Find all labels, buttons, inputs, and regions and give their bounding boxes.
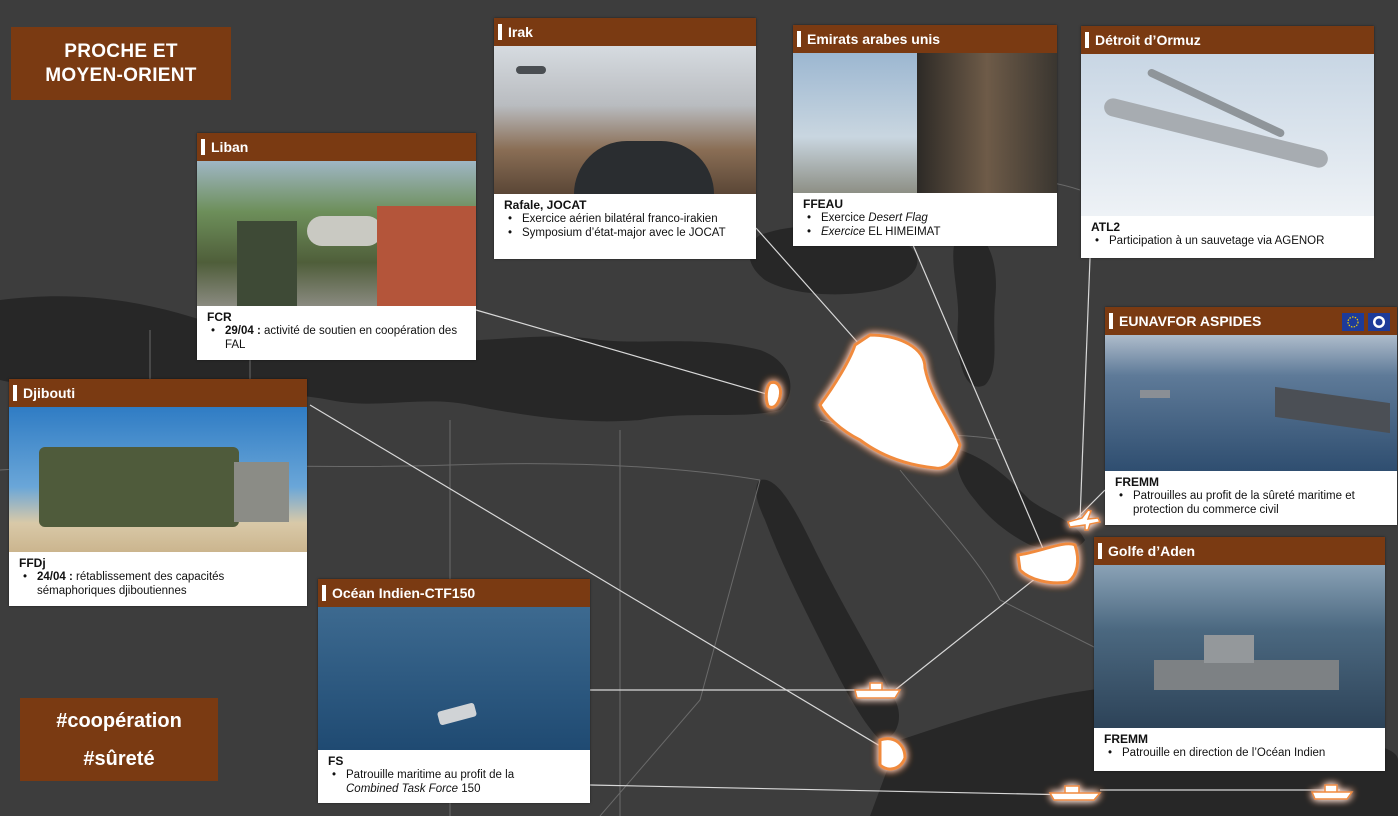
card-djibouti: Djibouti FFDj 24/04 : rétablissement des…: [9, 379, 307, 606]
bullet: Exercice Desert Flag: [807, 212, 1047, 226]
card-unit: FFEAU: [803, 197, 843, 211]
card-header: Liban: [197, 133, 476, 161]
card-ocean-indien: Océan Indien-CTF150 FS Patrouille mariti…: [318, 579, 590, 803]
photo-ormuz: [1081, 54, 1374, 216]
bullet: Patrouille en direction de l’Océan Indie…: [1108, 747, 1375, 761]
photo-golfe-aden: [1094, 565, 1385, 728]
bullet: Patrouille maritime au profit de laCombi…: [332, 769, 580, 796]
card-header: Djibouti: [9, 379, 307, 407]
bullet: Patrouilles au profit de la sûreté marit…: [1119, 490, 1387, 517]
card-unit: ATL2: [1091, 220, 1121, 234]
card-unit: FS: [328, 754, 344, 768]
card-header: Irak: [494, 18, 756, 46]
bullet: 24/04 : rétablissement des capacités sém…: [23, 571, 297, 598]
card-title: Irak: [508, 24, 533, 40]
card-header: Golfe d’Aden: [1094, 537, 1385, 565]
photo-irak: [494, 46, 756, 194]
card-title: Océan Indien-CTF150: [332, 585, 476, 601]
photo-liban: [197, 161, 476, 306]
card-header: EUNAVFOR ASPIDES: [1105, 307, 1397, 335]
card-unit: FFDj: [19, 556, 46, 570]
card-liban: Liban FCR 29/04 : activité de soutien en…: [197, 133, 476, 360]
bullet: Symposium d’état-major avec le JOCAT: [508, 227, 746, 241]
bullet: Exercice EL HIMEIMAT: [807, 226, 1047, 240]
eu-flag-icon: [1342, 313, 1364, 331]
card-header: Détroit d’Ormuz: [1081, 26, 1374, 54]
card-golfe-aden: Golfe d’Aden FREMM Patrouille en directi…: [1094, 537, 1385, 771]
region-title: PROCHE ET MOYEN-ORIENT: [11, 27, 231, 100]
hashtags-box: #coopération #sûreté: [20, 698, 218, 781]
photo-eau-soldier: [917, 53, 1057, 193]
card-header: Emirats arabes unis: [793, 25, 1057, 53]
card-header: Océan Indien-CTF150: [318, 579, 590, 607]
bullet: 29/04 : activité de soutien en coopérati…: [211, 325, 466, 352]
card-eau: Emirats arabes unis FFEAU Exercice Deser…: [793, 25, 1057, 246]
region-title-line1: PROCHE ET: [64, 40, 178, 62]
card-unit: FCR: [207, 310, 232, 324]
card-unit: FREMM: [1115, 475, 1159, 489]
emblem-icon: [1368, 313, 1390, 331]
card-title: Liban: [211, 139, 249, 155]
photo-eau-aircraft: [793, 53, 917, 193]
card-title: Golfe d’Aden: [1108, 543, 1196, 559]
hashtag-cooperation: #coopération: [56, 709, 182, 732]
region-title-line2: MOYEN-ORIENT: [45, 64, 197, 86]
card-title: Détroit d’Ormuz: [1095, 32, 1201, 48]
card-title: Emirats arabes unis: [807, 31, 941, 47]
card-irak: Irak Rafale, JOCAT Exercice aérien bilat…: [494, 18, 756, 259]
bullet: Exercice aérien bilatéral franco-irakien: [508, 213, 746, 227]
card-unit: FREMM: [1104, 732, 1148, 746]
card-ormuz: Détroit d’Ormuz ATL2 Participation à un …: [1081, 26, 1374, 258]
photo-aspides: [1105, 335, 1397, 471]
card-aspides: EUNAVFOR ASPIDES FREMM Patrouilles au pr…: [1105, 307, 1397, 525]
photo-djibouti: [9, 407, 307, 552]
hashtag-surete: #sûreté: [83, 747, 155, 770]
photo-eau: [793, 53, 1057, 193]
djibouti-shape: [878, 737, 907, 771]
photo-ocean-indien: [318, 607, 590, 750]
card-title: Djibouti: [23, 385, 76, 401]
card-title: EUNAVFOR ASPIDES: [1119, 313, 1262, 329]
card-unit: Rafale, JOCAT: [504, 198, 587, 212]
lebanon-shape: [764, 380, 782, 409]
bullet: Participation à un sauvetage via AGENOR: [1095, 235, 1364, 249]
